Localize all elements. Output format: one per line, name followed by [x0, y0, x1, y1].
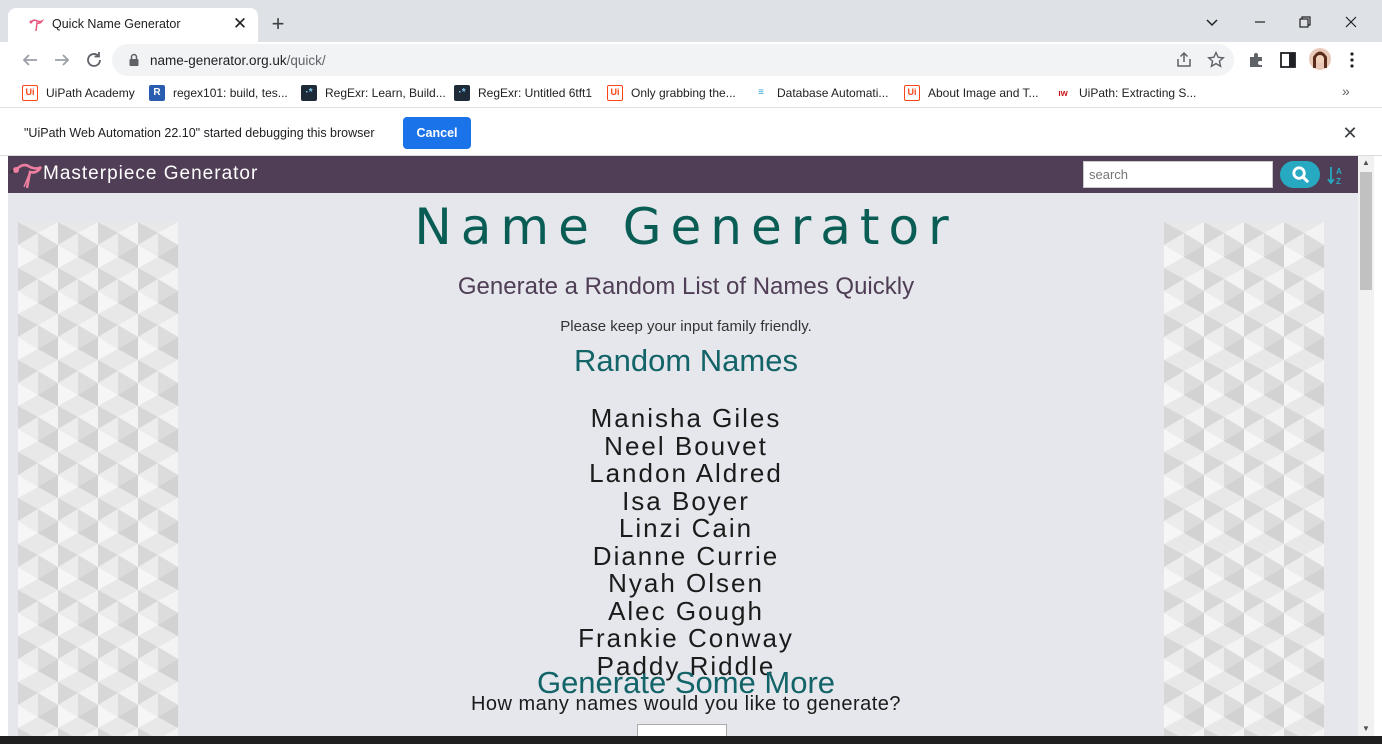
bookmark-label: UiPath: Extracting S...: [1079, 86, 1197, 100]
os-taskbar: [0, 736, 1382, 744]
search-button[interactable]: [1280, 161, 1320, 188]
flamingo-favicon-icon: [29, 19, 44, 32]
name-item: Isa Boyer: [622, 485, 750, 516]
decorative-pattern-left: [18, 222, 178, 736]
flamingo-logo-icon[interactable]: [10, 158, 44, 190]
sort-az-icon[interactable]: A Z: [1326, 164, 1346, 186]
tab-quick-name-generator[interactable]: Quick Name Generator ✕: [8, 8, 258, 42]
count-question: How many names would you like to generat…: [470, 693, 902, 715]
uipath-forum-icon: ıw: [1055, 85, 1071, 101]
bookmark-star-icon[interactable]: [1206, 50, 1226, 70]
new-tab-button[interactable]: +: [266, 12, 290, 36]
profile-avatar[interactable]: [1309, 48, 1331, 70]
restore-icon[interactable]: [1293, 10, 1317, 34]
name-item: Landon Aldred: [589, 458, 783, 488]
name-item: Frankie Conway: [578, 623, 794, 653]
database-icon: ≡: [753, 85, 769, 101]
name-item: Linzi Cain: [618, 513, 754, 543]
back-arrow-icon[interactable]: [18, 48, 42, 72]
address-toolbar: name-generator.org.uk/quick/: [0, 42, 1382, 78]
site-navbar: Masterpiece Generator A Z: [8, 156, 1358, 193]
url-path: /quick/: [286, 53, 326, 68]
infobar-message: "UiPath Web Automation 22.10" started de…: [24, 126, 375, 140]
search-icon: [1292, 166, 1309, 183]
lock-icon[interactable]: [126, 52, 142, 68]
decorative-pattern-right: [1164, 222, 1324, 736]
minimize-icon[interactable]: [1248, 10, 1272, 34]
url-host: name-generator.org.uk: [150, 53, 287, 68]
cancel-button[interactable]: Cancel: [403, 117, 471, 149]
uipath-icon: Ui: [22, 85, 38, 101]
tab-strip: Quick Name Generator ✕ +: [0, 0, 1382, 42]
names-list: Manisha Giles Neel Bouvet Landon Aldred …: [186, 403, 1186, 680]
bookmark-label: regex101: build, tes...: [173, 86, 288, 100]
side-panel-icon[interactable]: [1278, 50, 1298, 70]
bookmark-label: Database Automati...: [777, 86, 889, 100]
regexr-icon: ·*: [454, 85, 470, 101]
family-friendly-note: Please keep your input family friendly.: [560, 318, 812, 335]
forward-arrow-icon[interactable]: [50, 48, 74, 72]
url-text: name-generator.org.uk/quick/: [150, 53, 326, 68]
page-title: Name Generator: [414, 198, 958, 256]
random-names-heading: Random Names: [574, 343, 798, 378]
extensions-puzzle-icon[interactable]: [1246, 50, 1266, 70]
bookmarks-bar: Ui UiPath Academy R regex101: build, tes…: [0, 78, 1382, 108]
bookmark-label: RegExr: Untitled 6tft1: [478, 86, 593, 100]
name-item: Neel Bouvet: [604, 430, 768, 461]
scroll-up-arrow-icon[interactable]: ▲: [1358, 156, 1374, 170]
debug-infobar: "UiPath Web Automation 22.10" started de…: [0, 109, 1382, 156]
tab-title: Quick Name Generator: [52, 17, 181, 31]
regexr-icon: ·*: [301, 85, 317, 101]
bookmark-label: About Image and T...: [928, 86, 1039, 100]
scroll-down-arrow-icon[interactable]: ▼: [1358, 722, 1374, 736]
scrollbar-thumb[interactable]: [1360, 172, 1372, 290]
bookmark-label: Only grabbing the...: [631, 86, 736, 100]
regex101-icon: R: [149, 85, 165, 101]
reload-icon[interactable]: [82, 48, 106, 72]
bookmarks-overflow-icon[interactable]: »: [1342, 83, 1350, 99]
name-item: Nyah Olsen: [608, 568, 764, 598]
search-input[interactable]: [1083, 161, 1273, 188]
share-icon[interactable]: [1174, 50, 1194, 70]
browser-window: Quick Name Generator ✕ + name-generator.…: [0, 0, 1382, 744]
more-menu-icon[interactable]: [1342, 50, 1362, 70]
bookmark-label: UiPath Academy: [46, 86, 135, 100]
svg-text:A: A: [1336, 167, 1342, 176]
svg-text:Z: Z: [1336, 177, 1341, 186]
tab-search-icon[interactable]: [1200, 10, 1224, 34]
uipath-icon: Ui: [904, 85, 920, 101]
bookmark-label: RegExr: Learn, Build...: [325, 86, 446, 100]
site-brand[interactable]: Masterpiece Generator: [43, 163, 258, 185]
infobar-close-icon[interactable]: ✕: [1340, 123, 1360, 143]
main-content: Name Generator Generate a Random List of…: [186, 193, 1186, 736]
name-item: Alec Gough: [608, 595, 764, 626]
name-item: Dianne Currie: [592, 540, 780, 571]
close-window-icon[interactable]: [1339, 10, 1363, 34]
page-scrollbar[interactable]: ▲ ▼: [1358, 156, 1374, 736]
tab-close-icon[interactable]: ✕: [230, 14, 250, 34]
web-page: Masterpiece Generator A Z: [8, 156, 1358, 736]
name-count-input[interactable]: [637, 724, 727, 736]
address-bar[interactable]: name-generator.org.uk/quick/: [112, 44, 1234, 76]
name-item: Manisha Giles: [590, 403, 782, 433]
uipath-icon: Ui: [607, 85, 623, 101]
page-subtitle: Generate a Random List of Names Quickly: [457, 273, 915, 300]
